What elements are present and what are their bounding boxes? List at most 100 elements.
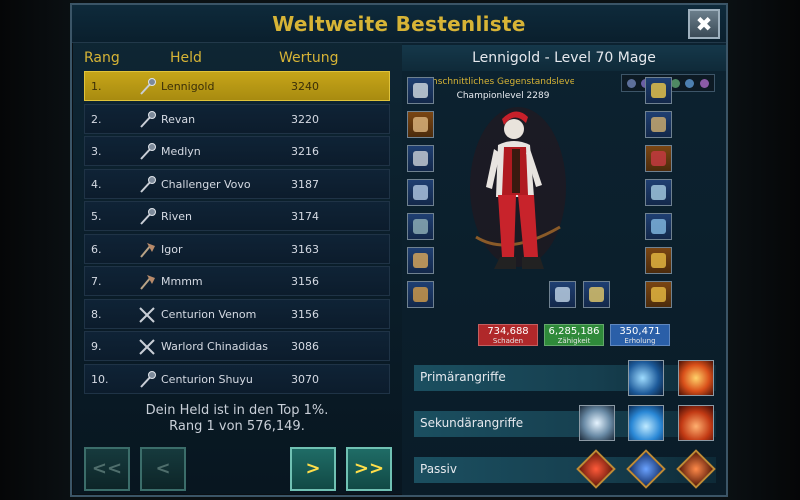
recovery-stat: 350,471 Erholung xyxy=(610,324,670,346)
equipment-slot-ring-2[interactable] xyxy=(645,281,672,308)
leaderboard-row[interactable]: 6. Igor 3163 xyxy=(84,233,390,264)
equipment-slot-chest[interactable] xyxy=(407,179,434,206)
next-page-button[interactable]: > xyxy=(290,447,336,491)
equipment-slot-costume[interactable] xyxy=(645,145,672,172)
staff-icon xyxy=(137,175,157,195)
leaderboard-row[interactable]: 2. Revan 3220 xyxy=(84,103,390,134)
row-score: 3240 xyxy=(291,80,319,93)
column-header-hero: Held xyxy=(170,50,202,66)
leaderboard-row[interactable]: 8. Centurion Venom 3156 xyxy=(84,298,390,329)
crossed-swords-icon xyxy=(137,305,157,325)
row-score: 3070 xyxy=(291,372,319,386)
row-hero-name: Riven xyxy=(161,210,192,223)
equipment-slot-amulet[interactable] xyxy=(407,247,434,274)
leaderboard-row[interactable]: 3. Medlyn 3216 xyxy=(84,136,390,166)
equipment-slot-ring-1[interactable] xyxy=(645,247,672,274)
leaderboard-row[interactable]: 1. Lennigold 3240 xyxy=(84,71,390,101)
hero-character-portrait xyxy=(470,107,566,269)
leaderboard-row[interactable]: 9. Warlord Chinadidas 3086 xyxy=(84,331,390,361)
equipment-slot-boots[interactable] xyxy=(407,281,434,308)
crossed-swords-icon xyxy=(137,337,157,357)
staff-icon xyxy=(137,370,157,390)
row-rank: 2. xyxy=(91,112,102,126)
row-hero-name: Revan xyxy=(161,112,196,126)
leaderboard-row[interactable]: 4. Challenger Vovo 3187 xyxy=(84,168,390,199)
equipment-slot-relic-2[interactable] xyxy=(583,281,610,308)
staff-icon xyxy=(137,207,157,227)
damage-stat: 734,688 Schaden xyxy=(478,324,538,346)
row-rank: 6. xyxy=(91,242,102,256)
row-hero-name: Centurion Venom xyxy=(161,307,257,321)
fire-attack-icon[interactable] xyxy=(678,360,714,396)
recovery-value: 350,471 xyxy=(619,326,661,337)
row-rank: 7. xyxy=(91,275,102,288)
champion-level-label: Championlevel 2289 xyxy=(456,91,550,101)
row-score: 3156 xyxy=(291,275,319,288)
rank-summary: Dein Held ist in den Top 1%. Rang 1 von … xyxy=(72,403,402,435)
equipment-slot-belt[interactable] xyxy=(645,213,672,240)
damage-value: 734,688 xyxy=(487,326,529,337)
equipment-slot-relic-1[interactable] xyxy=(549,281,576,308)
leaderboard-row[interactable]: 7. Mmmm 3156 xyxy=(84,266,390,296)
row-rank: 10. xyxy=(91,372,109,386)
axe-icon xyxy=(137,272,157,292)
column-headers: Rang Held Wertung xyxy=(72,50,402,70)
close-button[interactable]: ✖ xyxy=(688,9,720,39)
row-hero-name: Centurion Shuyu xyxy=(161,372,253,386)
frost-attack-icon[interactable] xyxy=(628,360,664,396)
gem-icon xyxy=(670,78,680,88)
average-item-level-label: hschnittliches Gegenstandslevel: xyxy=(432,77,574,87)
leaderboard-window: Weltweite Bestenliste ✖ Rang Held Wertun… xyxy=(70,3,728,497)
equipment-slot-artifact[interactable] xyxy=(645,77,672,104)
toughness-label: Zähigkeit xyxy=(557,337,591,345)
toughness-value: 6,285,186 xyxy=(548,326,600,337)
title-bar: Weltweite Bestenliste ✖ xyxy=(72,5,726,43)
window-title: Weltweite Bestenliste xyxy=(272,12,526,36)
equipment-slot-offhand[interactable] xyxy=(407,111,434,138)
row-hero-name: Igor xyxy=(161,242,183,256)
row-score: 3086 xyxy=(291,340,319,353)
axe-icon xyxy=(137,240,157,260)
toughness-stat: 6,285,186 Zähigkeit xyxy=(544,324,604,346)
leaderboard-list: 1. Lennigold 3240 2. Revan 3220 3. Medlyn 3216 4.… xyxy=(84,71,390,396)
ice-crystal-skill-icon[interactable] xyxy=(628,405,664,441)
leaderboard-row[interactable]: 5. Riven 3174 xyxy=(84,201,390,231)
row-score: 3156 xyxy=(291,307,319,321)
row-score: 3216 xyxy=(291,145,319,158)
row-hero-name: Mmmm xyxy=(161,275,203,288)
previous-page-button[interactable]: < xyxy=(140,447,186,491)
staff-icon xyxy=(137,110,157,130)
equipment-slot-helmet[interactable] xyxy=(407,145,434,172)
passive-row: Passiv xyxy=(414,457,716,483)
leaderboard-row[interactable]: 10. Centurion Shuyu 3070 xyxy=(84,363,390,394)
fire-burst-skill-icon[interactable] xyxy=(678,405,714,441)
passive-label: Passiv xyxy=(420,462,457,476)
secondary-attacks-label: Sekundärangriffe xyxy=(420,416,524,430)
secondary-attacks-row: Sekundärangriffe xyxy=(414,411,716,437)
row-hero-name: Medlyn xyxy=(161,145,201,158)
equipment-slot-cloak[interactable] xyxy=(645,179,672,206)
primary-attacks-row: Primärangriffe xyxy=(414,365,716,391)
row-score: 3187 xyxy=(291,177,319,191)
row-rank: 9. xyxy=(91,340,102,353)
gem-icon xyxy=(685,78,695,88)
row-rank: 5. xyxy=(91,210,102,223)
first-page-button[interactable]: << xyxy=(84,447,130,491)
hero-details-panel: Lennigold - Level 70 Mage hschnittliches… xyxy=(402,43,726,495)
equipment-slot-weapon[interactable] xyxy=(407,77,434,104)
row-rank: 8. xyxy=(91,307,102,321)
column-header-score: Wertung xyxy=(279,50,339,66)
hourglass-skill-icon[interactable] xyxy=(579,405,615,441)
row-hero-name: Lennigold xyxy=(161,80,215,93)
row-rank: 4. xyxy=(91,177,102,191)
equipment-slot-gloves[interactable] xyxy=(407,213,434,240)
column-header-rank: Rang xyxy=(84,50,120,66)
row-rank: 3. xyxy=(91,145,102,158)
primary-attacks-label: Primärangriffe xyxy=(420,370,506,384)
top-percent-text: Dein Held ist in den Top 1%. xyxy=(145,403,329,418)
last-page-button[interactable]: >> xyxy=(346,447,392,491)
recovery-label: Erholung xyxy=(624,337,656,345)
equipment-slot-pants[interactable] xyxy=(645,111,672,138)
row-rank: 1. xyxy=(91,80,102,93)
staff-icon xyxy=(137,77,157,97)
